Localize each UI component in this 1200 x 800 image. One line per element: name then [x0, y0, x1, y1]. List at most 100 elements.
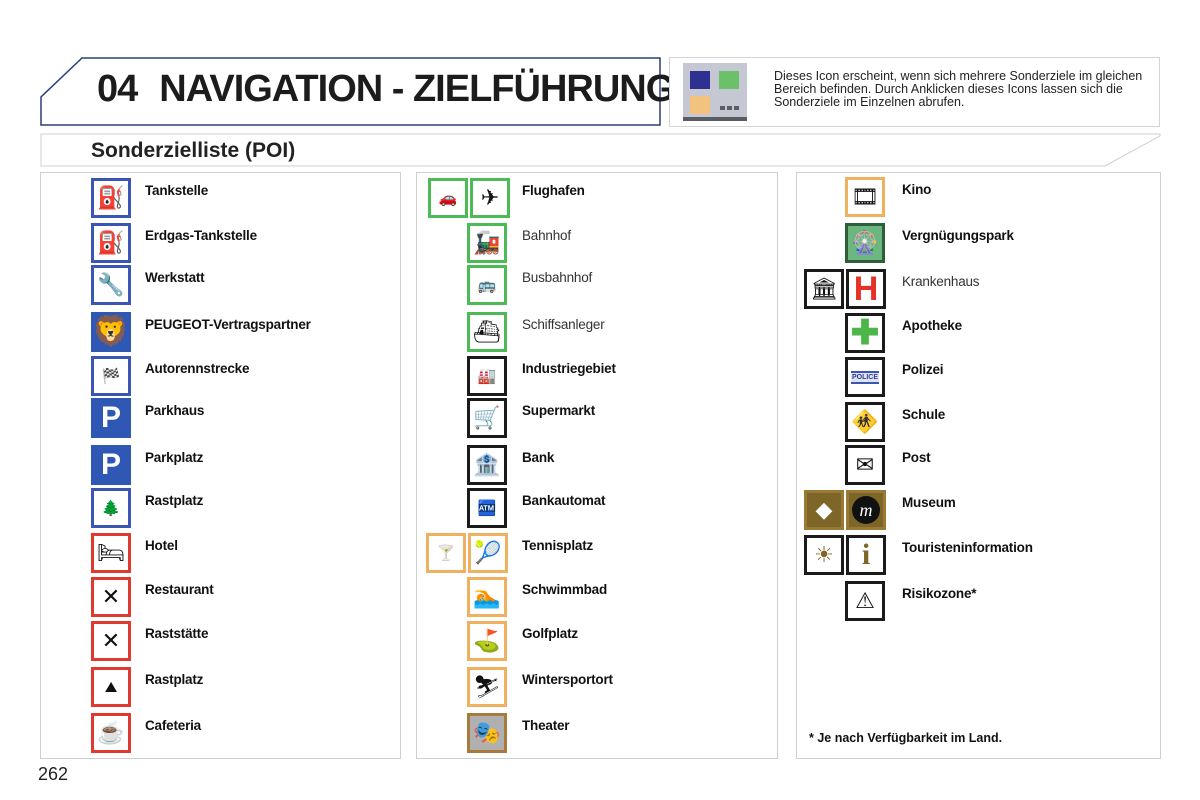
poi-label: Parkhaus	[145, 403, 205, 418]
poi-item: ⛷ Wintersportort	[417, 667, 777, 709]
gas-fuel-pump-icon: ⛽	[91, 223, 131, 263]
golfer-icon: ⛳	[467, 621, 507, 661]
poi-label: Autorennstrecke	[145, 361, 250, 376]
parking-garage-icon: P	[91, 398, 131, 438]
poi-item: 🚌 Busbahnhof	[417, 265, 777, 307]
wrench-icon: 🔧	[91, 265, 131, 305]
poi-label: Cafeteria	[145, 718, 201, 733]
swimmer-icon: 🏊	[467, 577, 507, 617]
poi-label: Parkplatz	[145, 450, 204, 465]
poi-item: 🍸 🎾 Tennisplatz	[417, 533, 777, 575]
theater-icon: 🎭	[467, 713, 507, 753]
police-icon: POLICE	[845, 357, 885, 397]
poi-label: Theater	[522, 718, 570, 733]
poi-label: Industriegebiet	[522, 361, 616, 376]
chapter-title: 04 NAVIGATION - ZIELFÜHRUNG	[97, 68, 675, 111]
poi-cluster-icon	[683, 63, 747, 121]
poi-label: Bahnhof	[522, 228, 571, 243]
chapter-header: 04 NAVIGATION - ZIELFÜHRUNG	[40, 57, 675, 126]
picnic-area-icon: ⛰	[91, 667, 131, 707]
poi-label: Apotheke	[902, 318, 962, 333]
poi-label: Busbahnhof	[522, 270, 593, 285]
poi-item: ⛽ Tankstelle	[41, 178, 401, 220]
poi-label: Vergnügungspark	[902, 228, 1014, 243]
poi-label: Raststätte	[145, 626, 209, 641]
poi-item: ⛰ Rastplatz	[41, 667, 401, 709]
poi-label: Post	[902, 450, 931, 465]
poi-item: 🏛 H Krankenhaus	[797, 269, 1157, 311]
poi-label: Museum	[902, 495, 956, 510]
film-icon: 🎞	[845, 177, 885, 217]
train-icon: 🚂	[467, 223, 507, 263]
hospital-icon: H	[846, 269, 886, 309]
poi-item: 🚸 Schule	[797, 402, 1157, 444]
parking-icon: P	[91, 445, 131, 485]
poi-item: 🦁 PEUGEOT-Vertragspartner	[41, 312, 401, 354]
poi-label: Schule	[902, 407, 946, 422]
poi-label: Krankenhaus	[902, 274, 980, 289]
poi-item: P Parkhaus	[41, 398, 401, 440]
poi-label: Bankautomat	[522, 493, 606, 508]
poi-item: 🛏 Hotel	[41, 533, 401, 575]
poi-label: Supermarkt	[522, 403, 596, 418]
atm-icon: 🏧	[467, 488, 507, 528]
pharmacy-cross-icon: ✚	[845, 313, 885, 353]
poi-label: Wintersportort	[522, 672, 613, 687]
airplane-icon: ✈	[470, 178, 510, 218]
race-track-icon: 🏁	[91, 356, 131, 396]
poi-item: ✉ Post	[797, 445, 1157, 487]
poi-item: 🏁 Autorennstrecke	[41, 356, 401, 398]
warning-zone-icon: ⚠	[845, 581, 885, 621]
poi-item: POLICE Polizei	[797, 357, 1157, 399]
page-number: 262	[38, 764, 69, 784]
poi-item: 🚂 Bahnhof	[417, 223, 777, 265]
school-children-icon: 🚸	[845, 402, 885, 442]
poi-label: Kino	[902, 182, 932, 197]
poi-label: Schwimmbad	[522, 582, 608, 597]
chapter-name: NAVIGATION - ZIELFÜHRUNG	[159, 68, 675, 110]
poi-label: Golfplatz	[522, 626, 578, 641]
footnote: * Je nach Verfügbarkeit im Land.	[809, 731, 1003, 745]
skier-icon: ⛷	[467, 667, 507, 707]
poi-label: Schiffsanleger	[522, 317, 605, 332]
industry-group-icon: 🏭	[467, 356, 507, 396]
roadside-restaurant-icon: ✕	[91, 621, 131, 661]
poi-item: 🔧 Werkstatt	[41, 265, 401, 307]
info-icon: i	[846, 535, 886, 575]
poi-item: 🎡 Vergnügungspark	[797, 223, 1157, 265]
poi-item: 🏭 Industriegebiet	[417, 356, 777, 398]
poi-item: ⛴ Schiffsanleger	[417, 312, 777, 354]
poi-item: ⛽ Erdgas-Tankstelle	[41, 223, 401, 265]
poi-item: 🛒 Supermarkt	[417, 398, 777, 440]
ferry-icon: ⛴	[467, 312, 507, 352]
poi-item: ☕ Cafeteria	[41, 713, 401, 755]
poi-item: ⛳ Golfplatz	[417, 621, 777, 663]
envelope-icon: ✉	[845, 445, 885, 485]
poi-label: Werkstatt	[145, 270, 205, 285]
poi-label: Hotel	[145, 538, 178, 553]
poi-label: Tennisplatz	[522, 538, 594, 553]
chapter-number: 04	[97, 68, 138, 110]
poi-item: ⚠ Risikozone*	[797, 581, 1157, 623]
poi-item: 🏧 Bankautomat	[417, 488, 777, 530]
cutlery-icon: ✕	[91, 577, 131, 617]
poi-column-2: 🚗 ✈ Flughafen 🚂 Bahnhof 🚌 Busbahnhof ⛴ S…	[416, 172, 778, 759]
fuel-pump-icon: ⛽	[91, 178, 131, 218]
poi-label: Polizei	[902, 362, 944, 377]
poi-label: PEUGEOT-Vertragspartner	[145, 317, 311, 332]
poi-item: ✚ Apotheke	[797, 313, 1157, 355]
transport-group-icon: 🚗	[428, 178, 468, 218]
poi-item: ◆ m Museum	[797, 490, 1157, 532]
poi-column-3: 🎞 Kino 🎡 Vergnügungspark 🏛 H Krankenhaus…	[796, 172, 1161, 759]
rest-area-icon: 🌲	[91, 488, 131, 528]
poi-item: 🏦 Bank	[417, 445, 777, 487]
section-title: Sonderzielliste (POI)	[91, 139, 296, 162]
poi-item: ✕ Restaurant	[41, 577, 401, 619]
ferris-wheel-icon: 🎡	[845, 223, 885, 263]
poi-item: 🌲 Rastplatz	[41, 488, 401, 530]
poi-label: Bank	[522, 450, 555, 465]
poi-label: Flughafen	[522, 183, 585, 198]
peugeot-lion-icon: 🦁	[91, 312, 131, 352]
poi-item: P Parkplatz	[41, 445, 401, 487]
poi-item: 🎞 Kino	[797, 177, 1157, 219]
